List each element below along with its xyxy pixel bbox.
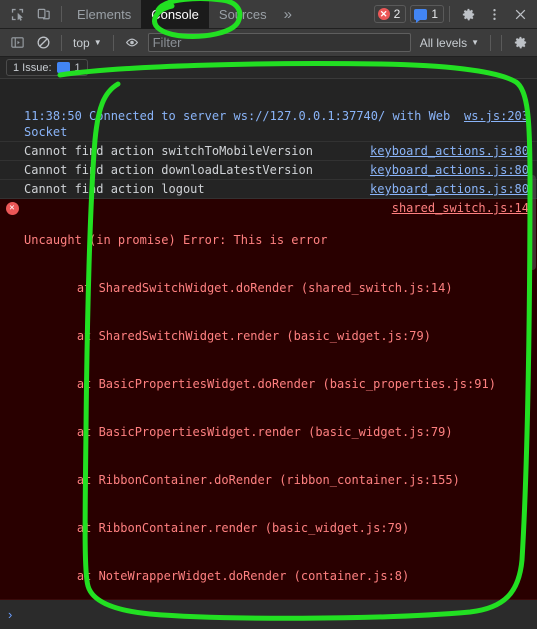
toolbar-divider-4 [501, 34, 502, 51]
row-gutter [0, 108, 24, 110]
issues-bar: 1 Issue: 1 [0, 57, 537, 79]
devtools-window: Elements Console Sources » ✕ 2 1 top ▼ F… [0, 0, 537, 629]
console-message-text: 11:38:50 Connected to server ws://127.0.… [24, 109, 451, 139]
console-message-list[interactable]: 11:38:50 Connected to server ws://127.0.… [0, 107, 537, 599]
tabbar-divider [61, 6, 62, 22]
row-gutter [0, 181, 24, 183]
message-icon [414, 8, 428, 23]
execution-context-value: top [73, 35, 90, 50]
stack-frame[interactable]: at NoteWrapperWidget.doRender (container… [24, 568, 529, 584]
error-count-badge[interactable]: ✕ 2 [373, 5, 407, 23]
console-scrollbar-thumb[interactable] [529, 175, 536, 270]
source-link[interactable]: keyboard_actions.js:80 [370, 143, 529, 159]
stack-frame[interactable]: at BasicPropertiesWidget.doRender (basic… [24, 376, 529, 392]
error-count: 2 [393, 7, 401, 21]
toolbar-divider-2 [112, 34, 114, 51]
inspect-element-icon[interactable] [4, 2, 30, 26]
console-settings-gear-icon[interactable] [507, 32, 533, 54]
issues-message-icon [56, 62, 70, 76]
source-link[interactable]: ws.js:203 [464, 108, 529, 124]
source-link[interactable]: shared_switch.js:14 [392, 200, 529, 216]
more-options-icon[interactable] [481, 2, 507, 26]
source-link[interactable]: keyboard_actions.js:80 [370, 162, 529, 178]
live-expressions-eye-icon[interactable] [119, 32, 145, 54]
console-row-error-1[interactable]: ✕ Uncaught (in promise) Error: This is e… [0, 199, 537, 599]
more-tabs-button[interactable]: » [277, 6, 299, 23]
message-count-badge[interactable]: 1 [410, 5, 444, 23]
console-error-body: Uncaught (in promise) Error: This is err… [24, 200, 529, 599]
issues-count: 1 [74, 61, 81, 74]
console-message-text: Uncaught (in promise) Error: This is err… [24, 233, 328, 247]
chevron-down-icon: ▼ [93, 38, 102, 47]
filter-input[interactable] [147, 33, 411, 52]
console-row-log-2[interactable]: Cannot find action downloadLatestVersion… [0, 161, 537, 180]
tab-sources[interactable]: Sources [209, 0, 277, 29]
message-count: 1 [431, 7, 438, 21]
devtools-tabbar: Elements Console Sources » ✕ 2 1 [0, 0, 537, 29]
toolbar-divider [61, 34, 62, 51]
source-link[interactable]: keyboard_actions.js:80 [370, 181, 529, 197]
execution-context-selector[interactable]: top ▼ [67, 36, 108, 50]
console-row-info[interactable]: 11:38:50 Connected to server ws://127.0.… [0, 107, 537, 142]
clear-console-icon[interactable] [30, 32, 56, 54]
stack-frame[interactable]: at RibbonContainer.doRender (ribbon_cont… [24, 472, 529, 488]
console-row-log-1[interactable]: Cannot find action switchToMobileVersion… [0, 142, 537, 161]
prompt-chevron-icon: › [8, 607, 13, 622]
log-level-value: All levels [419, 35, 468, 50]
console-sidebar-toggle-icon[interactable] [4, 32, 30, 54]
stack-frame[interactable]: at RibbonContainer.render (basic_widget.… [24, 520, 529, 536]
error-icon: ✕ [5, 202, 19, 215]
stack-frame[interactable]: at BasicPropertiesWidget.render (basic_w… [24, 424, 529, 440]
console-prompt[interactable]: › [0, 599, 537, 629]
issues-label: 1 Issue: [13, 61, 52, 74]
stack-frame[interactable]: at SharedSwitchWidget.render (basic_widg… [24, 328, 529, 344]
tab-elements[interactable]: Elements [67, 0, 141, 29]
error-icon: ✕ [377, 8, 390, 20]
row-gutter [0, 162, 24, 164]
log-level-selector[interactable]: All levels ▼ [414, 36, 485, 50]
issues-chip[interactable]: 1 Issue: 1 [6, 59, 88, 76]
gear-icon[interactable] [455, 2, 481, 26]
console-toolbar: top ▼ All levels ▼ [0, 29, 537, 57]
tabbar-divider-2 [449, 6, 450, 22]
close-icon[interactable] [507, 2, 533, 26]
console-row-log-3[interactable]: Cannot find action logout keyboard_actio… [0, 180, 537, 199]
stack-frame[interactable]: at SharedSwitchWidget.doRender (shared_s… [24, 280, 529, 296]
device-toolbar-icon[interactable] [30, 2, 56, 26]
row-gutter [0, 143, 24, 145]
tab-console[interactable]: Console [141, 0, 209, 29]
chevron-down-icon-2: ▼ [471, 38, 479, 47]
toolbar-divider-3 [490, 34, 491, 51]
row-gutter-error-icon: ✕ [0, 200, 24, 215]
